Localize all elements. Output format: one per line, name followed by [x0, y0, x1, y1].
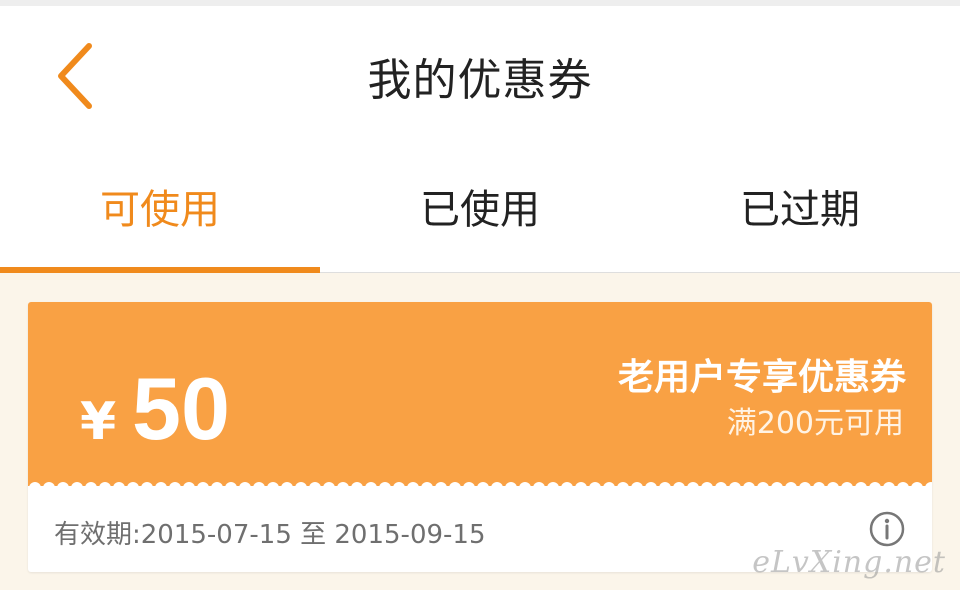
coupon-status-tabs: 可使用 已使用 已过期 — [0, 145, 960, 273]
page-title: 我的优惠券 — [367, 55, 593, 106]
coupon-header: ¥ 50 老用户专享优惠券 满200元可用 — [28, 302, 932, 486]
coupon-amount: 50 — [132, 359, 230, 458]
active-tab-indicator — [0, 267, 320, 273]
tab-used-label: 已使用 — [420, 186, 540, 233]
tab-expired-label: 已过期 — [740, 186, 860, 233]
tab-available-label: 可使用 — [100, 186, 220, 233]
coupon-name: 老用户专享优惠券 — [617, 357, 906, 398]
tab-used[interactable]: 已使用 — [320, 145, 640, 272]
watermark: eLvXing.net — [752, 545, 946, 580]
tab-expired[interactable]: 已过期 — [640, 145, 960, 272]
app-header: 我的优惠券 — [0, 0, 960, 145]
scallop-edge — [28, 478, 932, 494]
info-button[interactable] — [868, 510, 906, 548]
coupon-card[interactable]: ¥ 50 老用户专享优惠券 满200元可用 有效期:2015-07-15 至 2… — [28, 302, 932, 572]
info-icon — [869, 511, 905, 547]
coupon-validity: 有效期:2015-07-15 至 2015-09-15 — [54, 520, 486, 550]
coupon-currency: ¥ — [80, 392, 117, 452]
coupon-condition: 满200元可用 — [726, 406, 904, 441]
tab-available[interactable]: 可使用 — [0, 145, 320, 272]
